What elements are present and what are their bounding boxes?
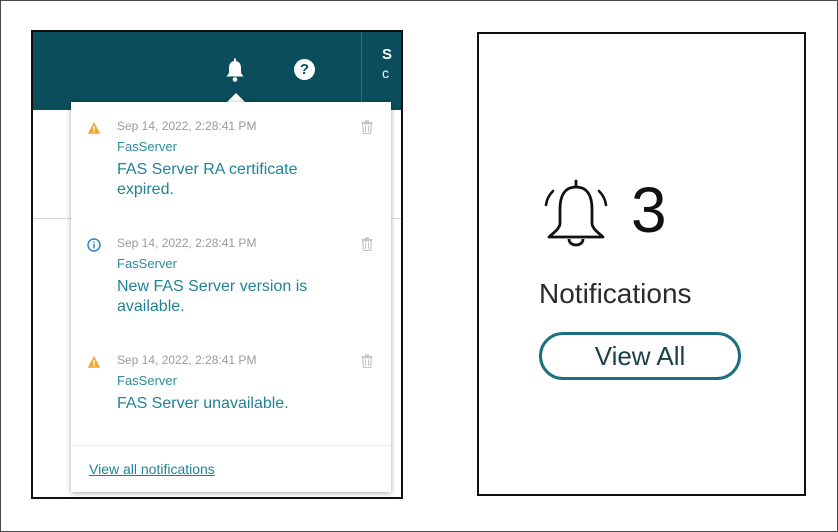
help-icon[interactable]: ?: [294, 59, 315, 80]
topbar-side-text: S c: [382, 46, 401, 82]
notification-count: 3: [631, 174, 667, 246]
topbar-side-subtitle: c: [382, 65, 389, 81]
warning-icon: [87, 122, 101, 134]
top-navigation-bar: ? S c: [33, 32, 401, 110]
info-icon: [87, 238, 101, 252]
view-all-button[interactable]: View All: [539, 332, 741, 380]
notification-message[interactable]: FAS Server RA certificate expired.: [117, 160, 349, 200]
trash-icon[interactable]: [361, 120, 373, 134]
view-all-notifications-link[interactable]: View all notifications: [89, 461, 215, 477]
notifications-dropdown: Sep 14, 2022, 2:28:41 PM FasServer FAS S…: [71, 102, 391, 492]
trash-icon[interactable]: [361, 237, 373, 251]
bell-icon[interactable]: [224, 58, 246, 84]
trash-icon[interactable]: [361, 354, 373, 368]
dropdown-footer-divider: [71, 445, 391, 446]
notification-item[interactable]: Sep 14, 2022, 2:28:41 PM FasServer FAS S…: [71, 336, 391, 446]
notifications-label: Notifications: [539, 278, 692, 309]
notification-source: FasServer: [117, 373, 177, 388]
notification-message[interactable]: New FAS Server version is available.: [117, 277, 349, 317]
ringing-bell-icon: [544, 179, 608, 247]
notification-timestamp: Sep 14, 2022, 2:28:41 PM: [117, 119, 257, 133]
notification-timestamp: Sep 14, 2022, 2:28:41 PM: [117, 353, 257, 367]
notification-source: FasServer: [117, 139, 177, 154]
notification-timestamp: Sep 14, 2022, 2:28:41 PM: [117, 236, 257, 250]
notification-dropdown-panel: ? S c Sep 14, 2022, 2:28:41 PM FasServer…: [31, 30, 403, 499]
topbar-side-title: S: [382, 46, 393, 63]
topbar-divider: [361, 32, 362, 110]
notification-summary-panel: 3 Notifications View All: [477, 32, 806, 496]
notification-item[interactable]: Sep 14, 2022, 2:28:41 PM FasServer FAS S…: [71, 102, 391, 212]
warning-icon: [87, 356, 101, 368]
notification-item[interactable]: Sep 14, 2022, 2:28:41 PM FasServer New F…: [71, 219, 391, 329]
notification-message[interactable]: FAS Server unavailable.: [117, 394, 349, 414]
notification-source: FasServer: [117, 256, 177, 271]
